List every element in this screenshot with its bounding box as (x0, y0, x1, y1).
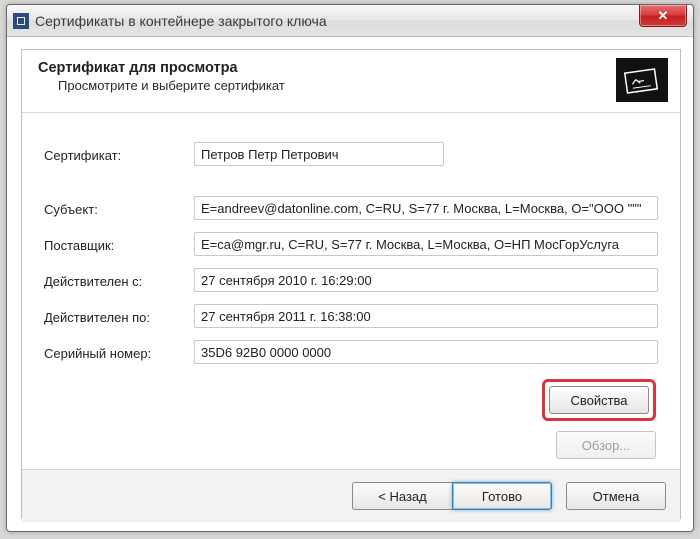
dialog-window: Сертификаты в контейнере закрытого ключа… (6, 4, 694, 532)
label-serial: Серийный номер: (44, 344, 194, 361)
properties-button[interactable]: Свойства (549, 386, 649, 414)
field-issuer[interactable]: E=ca@mgr.ru, C=RU, S=77 г. Москва, L=Мос… (194, 232, 658, 256)
close-button[interactable]: ✕ (639, 5, 687, 27)
label-valid-to: Действителен по: (44, 308, 194, 325)
titlebar: Сертификаты в контейнере закрытого ключа… (7, 5, 693, 37)
row-subject: Субъект: E=andreev@datonline.com, C=RU, … (44, 195, 658, 221)
wizard-header: Сертификат для просмотра Просмотрите и в… (22, 50, 680, 113)
label-issuer: Поставщик: (44, 236, 194, 253)
browse-button: Обзор... (556, 431, 656, 459)
wizard-body: Сертификат: Петров Петр Петрович Субъект… (22, 113, 680, 469)
side-buttons: Свойства Обзор... (44, 379, 658, 459)
wizard-footer: < Назад Готово Отмена (22, 469, 680, 522)
field-certificate[interactable]: Петров Петр Петрович (194, 142, 444, 166)
field-subject[interactable]: E=andreev@datonline.com, C=RU, S=77 г. М… (194, 196, 658, 220)
close-icon: ✕ (658, 8, 669, 24)
back-button[interactable]: < Назад (352, 482, 452, 510)
row-valid-from: Действителен с: 27 сентября 2010 г. 16:2… (44, 267, 658, 293)
nav-button-pair: < Назад Готово (352, 482, 552, 510)
field-serial[interactable]: 35D6 92B0 0000 0000 (194, 340, 658, 364)
row-valid-to: Действителен по: 27 сентября 2011 г. 16:… (44, 303, 658, 329)
row-issuer: Поставщик: E=ca@mgr.ru, C=RU, S=77 г. Мо… (44, 231, 658, 257)
row-certificate: Сертификат: Петров Петр Петрович (44, 141, 658, 167)
cancel-button[interactable]: Отмена (566, 482, 666, 510)
field-valid-to[interactable]: 27 сентября 2011 г. 16:38:00 (194, 304, 658, 328)
finish-button[interactable]: Готово (452, 482, 552, 510)
field-valid-from[interactable]: 27 сентября 2010 г. 16:29:00 (194, 268, 658, 292)
label-valid-from: Действителен с: (44, 272, 194, 289)
highlight-frame: Свойства (542, 379, 656, 421)
certificate-icon (616, 58, 668, 102)
wizard-subtitle: Просмотрите и выберите сертификат (58, 78, 285, 93)
app-icon (13, 13, 29, 29)
row-serial: Серийный номер: 35D6 92B0 0000 0000 (44, 339, 658, 365)
wizard-panel: Сертификат для просмотра Просмотрите и в… (21, 49, 681, 519)
label-subject: Субъект: (44, 200, 194, 217)
window-title: Сертификаты в контейнере закрытого ключа (35, 13, 327, 29)
wizard-title: Сертификат для просмотра (38, 60, 285, 76)
label-certificate: Сертификат: (44, 146, 194, 163)
